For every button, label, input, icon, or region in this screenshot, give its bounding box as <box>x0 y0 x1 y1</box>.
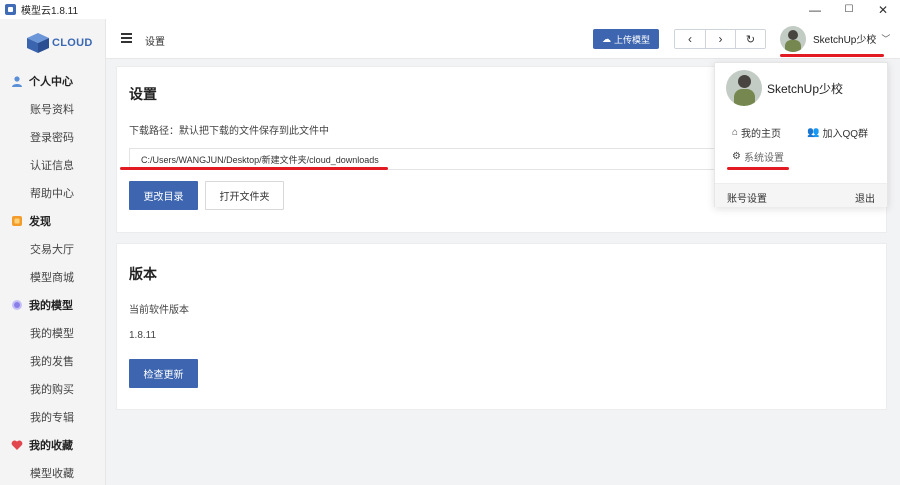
app-icon <box>5 4 16 15</box>
sidebar-item-my-purchases[interactable]: 我的购买 <box>0 375 105 403</box>
header-user-name: SketchUp少校 <box>813 35 877 46</box>
top-header: 设置 ☁ 上传模型 ‹ › ↻ SketchUp少校 ﹀ <box>106 19 900 59</box>
sidebar-item-verification[interactable]: 认证信息 <box>0 151 105 179</box>
open-folder-button[interactable]: 打开文件夹 <box>205 181 284 210</box>
window-title: 模型云1.8.11 <box>21 6 79 17</box>
avatar <box>726 70 762 106</box>
sidebar-section-favorites[interactable]: 我的收藏 <box>0 431 105 459</box>
heart-icon <box>11 440 23 450</box>
chevron-down-icon: ﹀ <box>881 34 891 44</box>
navigation-group: ‹ › ↻ <box>674 29 766 49</box>
cloud-upload-icon: ☁ <box>601 33 611 44</box>
annotation-underline <box>780 54 884 57</box>
sidebar-item-trading-hall[interactable]: 交易大厅 <box>0 235 105 263</box>
upload-model-label: 上传模型 <box>613 34 650 45</box>
account-settings-link[interactable]: 账号设置 <box>727 190 767 205</box>
maximize-button[interactable]: ☐ <box>832 0 866 19</box>
dropdown-user-name: SketchUp少校 <box>767 82 844 96</box>
sidebar-item-password[interactable]: 登录密码 <box>0 123 105 151</box>
sidebar-item-help[interactable]: 帮助中心 <box>0 179 105 207</box>
sidebar-item-account[interactable]: 账号资料 <box>0 95 105 123</box>
sidebar-section-label: 发现 <box>29 216 51 228</box>
logout-link[interactable]: 退出 <box>855 190 875 205</box>
menu-icon[interactable] <box>121 33 132 43</box>
user-dropdown: SketchUp少校 ⌂ 我的主页 👥 加入QQ群 ⚙ 系统设置 账号设置 退出 <box>714 62 888 207</box>
upload-model-button[interactable]: ☁ 上传模型 <box>593 29 659 49</box>
user-cog-icon: ⚙ <box>732 151 741 162</box>
cube-logo-icon <box>26 32 50 54</box>
current-version-label: 当前软件版本 <box>129 305 189 316</box>
users-icon: 👥 <box>807 127 820 138</box>
join-qq-group-label: 加入QQ群 <box>822 129 869 140</box>
annotation-underline <box>727 167 789 170</box>
system-settings-label: 系统设置 <box>743 153 784 164</box>
back-button[interactable]: ‹ <box>675 30 705 48</box>
minimize-button[interactable]: — <box>798 0 832 19</box>
breadcrumb: 设置 <box>145 37 165 48</box>
user-menu-trigger[interactable]: SketchUp少校 ﹀ <box>780 25 890 52</box>
logo-text: CLOUD <box>52 37 93 49</box>
sidebar-item-model-favorites[interactable]: 模型收藏 <box>0 459 105 485</box>
download-path-label: 下载路径：默认把下载的文件保存到此文件中 <box>129 126 329 137</box>
sidebar: CLOUD 个人中心 账号资料 登录密码 认证信息 帮助中心 发现 交易大厅 模… <box>0 19 106 485</box>
settings-title: 设置 <box>129 86 157 102</box>
my-homepage-link[interactable]: ⌂ 我的主页 <box>732 125 781 140</box>
sidebar-section-discover[interactable]: 发现 <box>0 207 105 235</box>
sidebar-section-label: 我的收藏 <box>29 440 73 452</box>
sidebar-section-label: 个人中心 <box>29 76 73 88</box>
sidebar-item-my-models[interactable]: 我的模型 <box>0 319 105 347</box>
version-number: 1.8.11 <box>129 330 157 341</box>
my-homepage-label: 我的主页 <box>741 129 782 140</box>
home-icon: ⌂ <box>732 127 739 138</box>
sidebar-item-my-albums[interactable]: 我的专辑 <box>0 403 105 431</box>
join-qq-group-link[interactable]: 👥 加入QQ群 <box>807 125 868 140</box>
model-icon <box>12 300 22 310</box>
sidebar-item-my-sales[interactable]: 我的发售 <box>0 347 105 375</box>
dropdown-footer: 账号设置 退出 <box>715 183 887 207</box>
sidebar-item-model-store[interactable]: 模型商城 <box>0 263 105 291</box>
window-titlebar: 模型云1.8.11 — ☐ ✕ <box>0 0 900 19</box>
change-directory-button[interactable]: 更改目录 <box>129 181 198 210</box>
close-button[interactable]: ✕ <box>866 0 900 19</box>
annotation-underline <box>120 167 388 170</box>
user-icon <box>12 76 22 87</box>
refresh-button[interactable]: ↻ <box>735 30 765 48</box>
system-settings-link[interactable]: ⚙ 系统设置 <box>732 149 784 164</box>
check-update-button[interactable]: 检查更新 <box>129 359 198 388</box>
sidebar-section-my-models[interactable]: 我的模型 <box>0 291 105 319</box>
forward-button[interactable]: › <box>705 30 735 48</box>
sidebar-section-label: 我的模型 <box>29 300 73 312</box>
avatar <box>780 25 806 52</box>
discover-icon <box>12 216 22 226</box>
version-title: 版本 <box>129 266 157 282</box>
version-card: 版本 当前软件版本 1.8.11 检查更新 <box>116 243 887 410</box>
sidebar-section-personal[interactable]: 个人中心 <box>0 67 105 95</box>
window-controls: — ☐ ✕ <box>798 0 900 19</box>
logo[interactable]: CLOUD <box>0 19 105 67</box>
